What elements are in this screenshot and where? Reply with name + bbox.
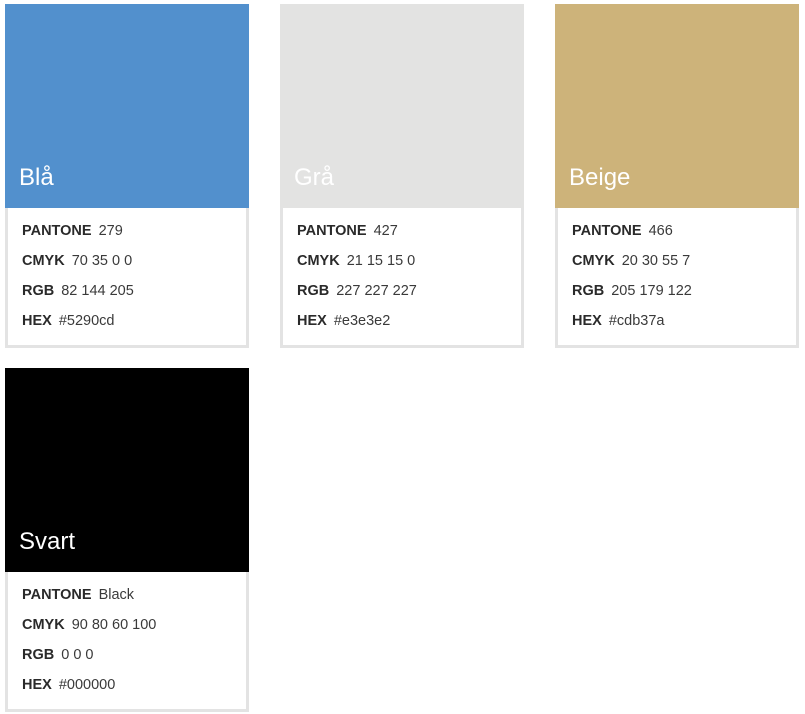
rgb-label: RGB xyxy=(22,283,55,299)
color-swatch: Blå xyxy=(5,4,249,208)
hex-label: HEX xyxy=(572,313,602,329)
rgb-row: RGB 205 179 122 xyxy=(572,281,692,301)
rgb-label: RGB xyxy=(22,647,55,663)
pantone-row: PANTONE 466 xyxy=(572,221,673,241)
cmyk-row: CMYK 70 35 0 0 xyxy=(22,251,132,271)
color-name: Beige xyxy=(569,164,631,191)
color-swatch: Beige xyxy=(555,4,799,208)
pantone-row: PANTONE Black xyxy=(22,585,134,605)
cmyk-value: 70 35 0 0 xyxy=(71,253,133,269)
cmyk-label: CMYK xyxy=(22,617,65,633)
cmyk-value: 21 15 15 0 xyxy=(346,253,416,269)
hex-row: HEX #cdb37a xyxy=(572,311,664,331)
pantone-label: PANTONE xyxy=(572,223,642,239)
color-specs: PANTONE Black CMYK 90 80 60 100 RGB 0 0 0 H… xyxy=(5,572,249,712)
hex-row: HEX #e3e3e2 xyxy=(297,311,390,331)
hex-row: HEX #000000 xyxy=(22,675,115,695)
cmyk-value: 20 30 55 7 xyxy=(621,253,691,269)
cmyk-label: CMYK xyxy=(572,253,615,269)
hex-label: HEX xyxy=(22,313,52,329)
pantone-row: PANTONE 427 xyxy=(297,221,398,241)
hex-label: HEX xyxy=(22,677,52,693)
cmyk-row: CMYK 21 15 15 0 xyxy=(297,251,415,271)
color-swatch: Grå xyxy=(280,4,524,208)
color-name: Svart xyxy=(19,528,76,555)
hex-value: #000000 xyxy=(58,677,116,693)
color-card-blue: Blå PANTONE 279 CMYK 70 35 0 0 RGB 82 144 2… xyxy=(5,4,249,348)
pantone-value: 279 xyxy=(98,223,123,239)
hex-value: #5290cd xyxy=(58,313,115,329)
pantone-row: PANTONE 279 xyxy=(22,221,123,241)
color-card-gray: Grå PANTONE 427 CMYK 21 15 15 0 RGB 227 227… xyxy=(280,4,524,348)
rgb-row: RGB 82 144 205 xyxy=(22,281,134,301)
hex-value: #e3e3e2 xyxy=(333,313,391,329)
color-specs: PANTONE 466 CMYK 20 30 55 7 RGB 205 179 122… xyxy=(555,208,799,348)
rgb-value: 0 0 0 xyxy=(61,647,94,663)
color-specs: PANTONE 427 CMYK 21 15 15 0 RGB 227 227 227… xyxy=(280,208,524,348)
pantone-label: PANTONE xyxy=(22,223,92,239)
pantone-value: 427 xyxy=(373,223,398,239)
pantone-label: PANTONE xyxy=(22,587,92,603)
rgb-row: RGB 227 227 227 xyxy=(297,281,417,301)
hex-row: HEX #5290cd xyxy=(22,311,114,331)
pantone-label: PANTONE xyxy=(297,223,367,239)
cmyk-label: CMYK xyxy=(22,253,65,269)
cmyk-row: CMYK 90 80 60 100 xyxy=(22,615,156,635)
color-card-beige: Beige PANTONE 466 CMYK 20 30 55 7 RGB 205 1… xyxy=(555,4,799,348)
hex-value: #cdb37a xyxy=(608,313,665,329)
hex-label: HEX xyxy=(297,313,327,329)
color-name: Blå xyxy=(19,164,54,191)
pantone-value: 466 xyxy=(648,223,673,239)
rgb-row: RGB 0 0 0 xyxy=(22,645,93,665)
cmyk-row: CMYK 20 30 55 7 xyxy=(572,251,690,271)
color-card-black: Svart PANTONE Black CMYK 90 80 60 100 RGB 0… xyxy=(5,368,249,712)
pantone-value: Black xyxy=(98,587,135,603)
rgb-value: 205 179 122 xyxy=(611,283,692,299)
rgb-value: 82 144 205 xyxy=(61,283,134,299)
color-name: Grå xyxy=(294,164,335,191)
color-swatch: Svart xyxy=(5,368,249,572)
rgb-label: RGB xyxy=(572,283,605,299)
rgb-value: 227 227 227 xyxy=(336,283,417,299)
rgb-label: RGB xyxy=(297,283,330,299)
cmyk-value: 90 80 60 100 xyxy=(71,617,157,633)
cmyk-label: CMYK xyxy=(297,253,340,269)
color-specs: PANTONE 279 CMYK 70 35 0 0 RGB 82 144 205 H… xyxy=(5,208,249,348)
